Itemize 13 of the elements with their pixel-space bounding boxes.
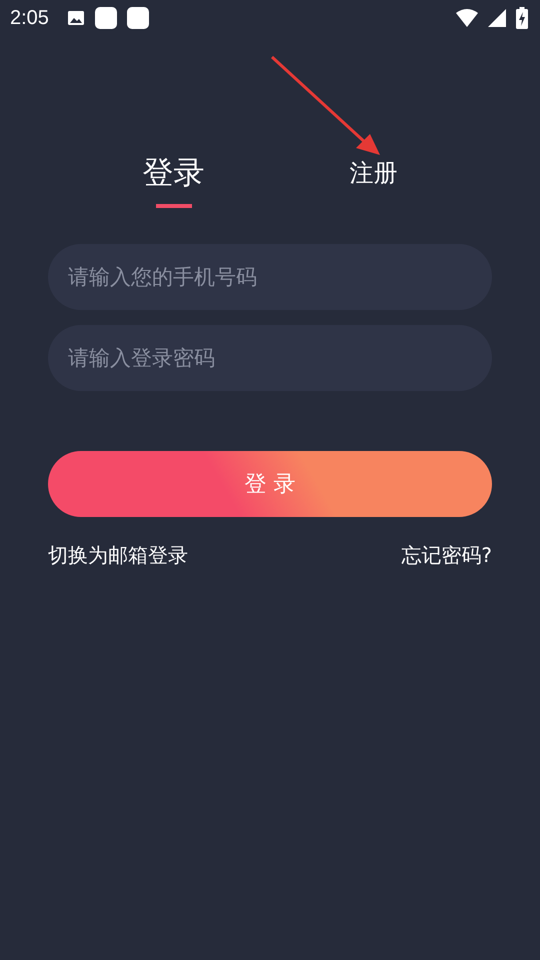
status-time: 2:05 (10, 6, 49, 30)
link[interactable]: 切换为邮箱登录 (48, 542, 188, 569)
link[interactable]: 忘记密码? (401, 542, 492, 569)
app-icon (126, 7, 149, 29)
phone-field[interactable]: 请输入您的手机号码 (48, 244, 492, 310)
app-icon (94, 7, 117, 29)
password-field[interactable]: 请输入登录密码 (48, 325, 492, 391)
battery-icon (516, 7, 528, 29)
tab[interactable]: 登录 (134, 148, 212, 208)
signal-icon (488, 9, 506, 27)
wifi-icon (456, 9, 478, 27)
image-icon (66, 9, 85, 27)
tab[interactable]: 注册 (342, 148, 406, 208)
